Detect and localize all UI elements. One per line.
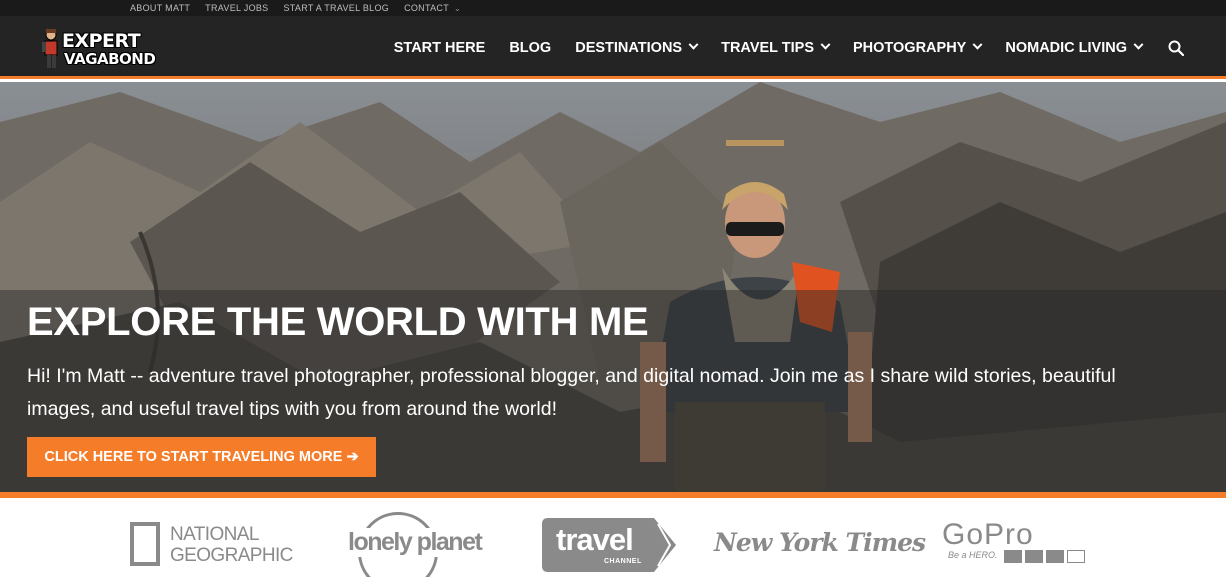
utility-link-jobs[interactable]: TRAVEL JOBS	[205, 3, 268, 13]
hero-section: EXPLORE THE WORLD WITH ME Hi! I'm Matt -…	[0, 82, 1226, 492]
nav-label: TRAVEL TIPS	[721, 39, 815, 56]
nav-item-destinations[interactable]: DESTINATIONS	[575, 39, 699, 56]
gopro-square-icon	[1025, 550, 1043, 563]
gopro-text: GoPro	[942, 518, 1034, 551]
start-traveling-button[interactable]: CLICK HERE TO START TRAVELING MORE ➔	[27, 437, 376, 477]
site-logo[interactable]: EXPERT VAGABOND	[40, 26, 156, 71]
nav-item-travel-tips[interactable]: TRAVEL TIPS	[721, 39, 831, 56]
utility-link-contact[interactable]: CONTACT ⌄	[404, 3, 461, 13]
main-nav: EXPERT VAGABOND START HERE BLOG DESTINAT…	[0, 16, 1226, 79]
chevron-down-icon	[688, 39, 699, 50]
nav-menu: START HERE BLOG DESTINATIONS TRAVEL TIPS…	[370, 16, 1144, 79]
chevron-down-icon	[972, 39, 983, 50]
chevron-down-icon: ⌄	[454, 4, 462, 13]
gopro-logo: GoPro Be a HERO.	[942, 518, 1092, 568]
travel-channel-sub: CHANNEL	[604, 558, 642, 565]
natgeo-logo: NATIONAL GEOGRAPHIC	[130, 520, 293, 568]
gopro-square-icon	[1004, 550, 1022, 563]
lonely-planet-text: lonely planet	[346, 528, 484, 557]
hero-title: EXPLORE THE WORLD WITH ME	[27, 300, 649, 344]
travel-channel-logo: travel CHANNEL	[542, 518, 678, 572]
nav-item-photography[interactable]: PHOTOGRAPHY	[853, 39, 983, 56]
natgeo-frame-icon	[130, 522, 160, 566]
new-york-times-logo: New York Times	[714, 528, 926, 557]
lonely-planet-logo: lonely planet	[346, 510, 486, 577]
search-icon[interactable]	[1168, 40, 1184, 56]
gopro-square-icon	[1067, 550, 1085, 563]
chevron-down-icon	[820, 39, 831, 50]
nav-label: DESTINATIONS	[575, 39, 683, 56]
utility-bar: ABOUT MATT TRAVEL JOBS START A TRAVEL BL…	[0, 0, 1226, 16]
natgeo-line2: GEOGRAPHIC	[170, 545, 293, 566]
gopro-square-icon	[1046, 550, 1064, 563]
nav-item-start-here[interactable]: START HERE	[394, 40, 486, 56]
travel-channel-text: travel	[556, 522, 634, 557]
natgeo-text: NATIONAL GEOGRAPHIC	[170, 524, 293, 566]
logo-word-expert: EXPERT	[62, 30, 141, 52]
utility-link-about[interactable]: ABOUT MATT	[130, 3, 190, 13]
gopro-tagline: Be a HERO.	[948, 550, 998, 560]
utility-links: ABOUT MATT TRAVEL JOBS START A TRAVEL BL…	[130, 0, 461, 16]
nav-label: PHOTOGRAPHY	[853, 39, 967, 56]
natgeo-line1: NATIONAL	[170, 524, 259, 545]
nav-label: NOMADIC LIVING	[1005, 39, 1127, 56]
mascot-icon	[42, 29, 58, 68]
press-logos: NATIONAL GEOGRAPHIC lonely planet travel…	[0, 498, 1226, 577]
nav-item-nomadic-living[interactable]: NOMADIC LIVING	[1005, 39, 1144, 56]
utility-link-blog[interactable]: START A TRAVEL BLOG	[284, 3, 390, 13]
nav-label: BLOG	[509, 39, 552, 56]
nav-label: START HERE	[393, 39, 486, 56]
nav-item-blog[interactable]: BLOG	[509, 40, 551, 56]
contact-label: CONTACT	[404, 3, 450, 13]
hero-description: Hi! I'm Matt -- adventure travel photogr…	[27, 365, 1116, 420]
logo-word-vagabond: VAGABOND	[64, 50, 156, 68]
chevron-down-icon	[1133, 39, 1144, 50]
